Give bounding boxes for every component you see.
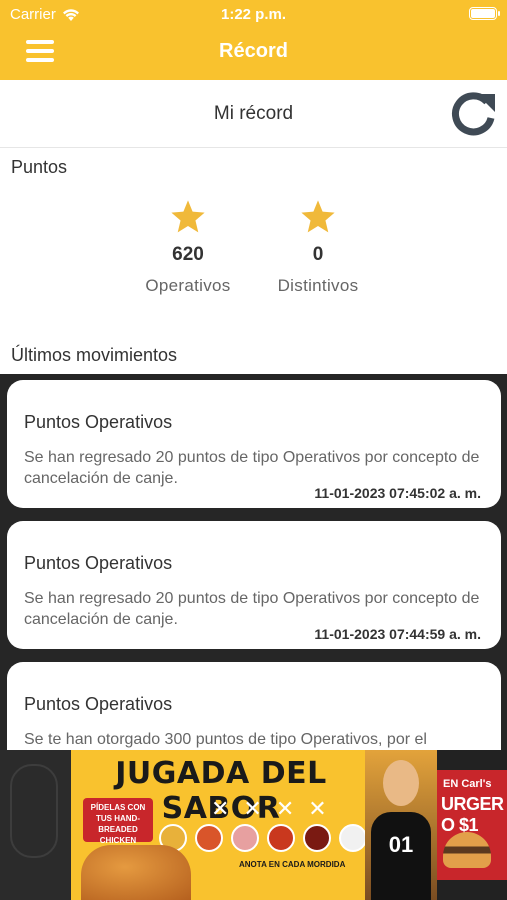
star-icon	[301, 200, 335, 233]
page-title: Mi récord	[213, 103, 294, 124]
stat-operativos: 620 Operativos	[134, 198, 242, 296]
battery-icon	[469, 7, 500, 20]
points-section-label: Puntos	[11, 157, 68, 177]
ad-secondary[interactable]: EN Carl's URGER O $1	[437, 770, 507, 880]
jersey-number: 01	[388, 832, 414, 857]
sauce-cup	[231, 824, 259, 852]
item-title: Puntos Operativos	[24, 553, 173, 573]
movements-list[interactable]: Puntos Operativos Se han regresado 20 pu…	[0, 374, 507, 750]
ad-marks: ✕✕✕✕	[211, 796, 341, 821]
clock: 1:22 p.m.	[220, 6, 287, 23]
item-description: Se te han otorgado 300 puntos de tipo Op…	[24, 731, 427, 748]
item-title: Puntos Operativos	[24, 412, 173, 432]
list-item[interactable]: Puntos Operativos Se te han otorgado 300…	[7, 662, 501, 750]
ad-main[interactable]: JUGADA DEL SABOR ✕✕✕✕ PÍDELAS CON TUS HA…	[71, 750, 437, 900]
nav-title: Récord	[219, 40, 288, 62]
list-item[interactable]: Puntos Operativos Se han regresado 20 pu…	[7, 521, 501, 649]
top-bar: Carrier 1:22 p.m. Récord	[0, 0, 507, 80]
stat-distintivos: 0 Distintivos	[264, 198, 372, 296]
ad-secondary-line1: EN Carl's	[443, 778, 492, 790]
item-description: Se han regresado 20 puntos de tipo Opera…	[24, 449, 480, 487]
burger-image	[443, 832, 491, 868]
item-date: 11-01-2023 07:44:59 a. m.	[314, 626, 481, 642]
chicken-tenders-image	[81, 845, 191, 900]
status-bar: Carrier 1:22 p.m.	[0, 0, 507, 28]
ad-decoration	[0, 750, 71, 900]
list-item[interactable]: Puntos Operativos Se han regresado 20 pu…	[7, 380, 501, 508]
item-title: Puntos Operativos	[24, 694, 173, 714]
refresh-icon[interactable]	[447, 88, 499, 140]
star-icon	[171, 200, 205, 233]
item-description: Se han regresado 20 puntos de tipo Opera…	[24, 590, 480, 628]
sauce-cup	[303, 824, 331, 852]
sauce-row	[159, 824, 367, 852]
sauce-cup	[195, 824, 223, 852]
sauce-cup	[267, 824, 295, 852]
stat-label: Operativos	[145, 276, 231, 295]
sauce-cup	[339, 824, 367, 852]
item-date: 11-01-2023 07:45:02 a. m.	[314, 485, 481, 501]
ad-spokesperson-image: 01	[365, 750, 437, 900]
movements-section-label: Últimos movimientos	[11, 345, 178, 365]
ad-secondary-line2: URGER O $1	[441, 794, 504, 835]
ad-banner[interactable]: JUGADA DEL SABOR ✕✕✕✕ PÍDELAS CON TUS HA…	[0, 750, 507, 900]
ad-tagline: ANOTA EN CADA MORDIDA	[239, 860, 346, 869]
stat-value: 0	[312, 244, 324, 265]
record-header: Mi récord	[0, 80, 507, 148]
ad-badge: PÍDELAS CON TUS HAND-BREADED CHICKEN TEN…	[83, 798, 153, 856]
stat-value: 620	[172, 244, 204, 265]
stat-label: Distintivos	[277, 276, 359, 295]
